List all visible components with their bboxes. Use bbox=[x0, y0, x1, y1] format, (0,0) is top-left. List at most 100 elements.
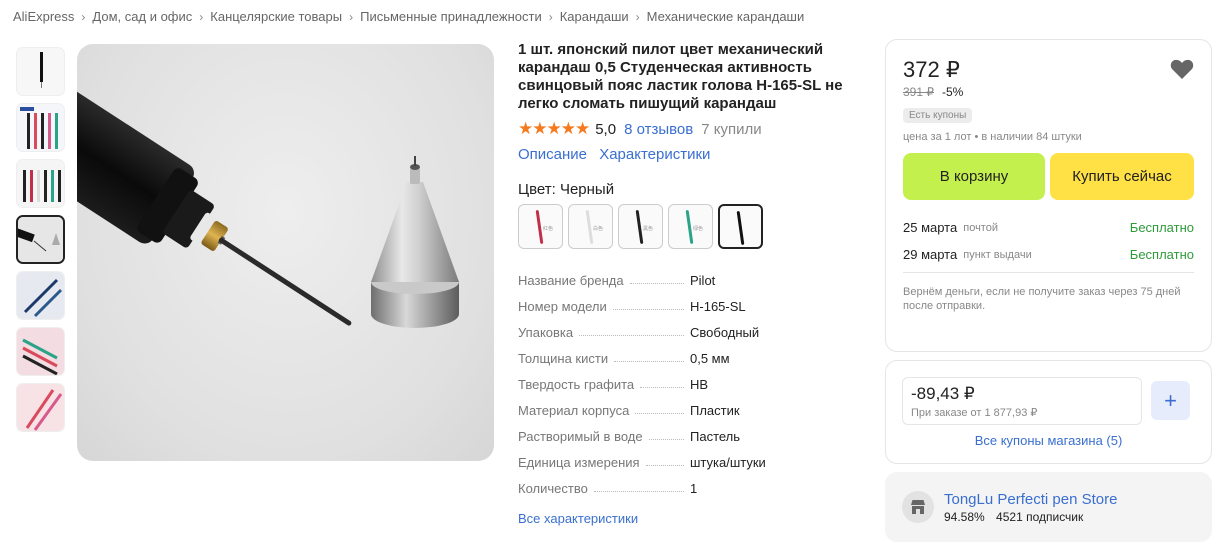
store-rating: 94.58% bbox=[944, 509, 985, 524]
spec-row: Толщина кисти 0,5 мм bbox=[518, 345, 848, 371]
color-swatches: 红色 白色 黑色 绿色 bbox=[518, 204, 848, 249]
coupon-panel: -89,43 ₽ При заказе от 1 877,93 ₽ + Все … bbox=[885, 360, 1212, 464]
spec-row: Твердость графита HB bbox=[518, 371, 848, 397]
spec-value: Пастель bbox=[690, 428, 741, 444]
thumbnail-7[interactable] bbox=[16, 383, 65, 432]
rating-value: 5,0 bbox=[595, 120, 617, 138]
chevron-right-icon: › bbox=[81, 9, 86, 24]
swatch-green[interactable]: 绿色 bbox=[668, 204, 713, 249]
spec-row: Название бренда Pilot bbox=[518, 267, 848, 293]
chevron-right-icon: › bbox=[548, 9, 553, 24]
refund-guarantee: Вернём деньги, если не получите заказ че… bbox=[903, 286, 1181, 312]
breadcrumb-mechanical-pencils[interactable]: Механические карандаши bbox=[647, 9, 805, 24]
store-panel[interactable]: TongLu Perfecti pen Store 94.58% 4521 по… bbox=[885, 472, 1212, 542]
action-buttons: В корзину Купить сейчас bbox=[903, 153, 1194, 200]
spec-value: штука/штуки bbox=[690, 454, 766, 470]
thumbnail-3[interactable] bbox=[16, 159, 65, 208]
old-price-row: 391 ₽ -5% bbox=[903, 85, 1194, 99]
swatch-label: 绿色 bbox=[693, 226, 704, 232]
product-title: 1 шт. японский пилот цвет механический к… bbox=[518, 41, 843, 112]
thumbnail-5[interactable] bbox=[16, 271, 65, 320]
buy-box: 372 ₽ 391 ₽ -5% Есть купоны цена за 1 ло… bbox=[885, 39, 1212, 352]
color-label: Цвет: Черный bbox=[518, 181, 615, 198]
specs-list: Название бренда Pilot Номер модели H-165-S… bbox=[518, 267, 848, 501]
spec-row: Растворимый в воде Пастель bbox=[518, 423, 848, 449]
spec-key: Упаковка bbox=[518, 324, 574, 340]
spec-key: Единица измерения bbox=[518, 454, 640, 470]
spec-row: Упаковка Свободный bbox=[518, 319, 848, 345]
spec-value: 0,5 мм bbox=[690, 350, 730, 366]
product-tabs: Описание Характеристики bbox=[518, 146, 848, 163]
delivery-date: 25 марта bbox=[903, 220, 958, 235]
breadcrumb-home-garden-office[interactable]: Дом, сад и офис bbox=[92, 9, 192, 24]
main-product-image[interactable] bbox=[77, 44, 494, 461]
breadcrumb-aliexpress[interactable]: AliExpress bbox=[13, 9, 74, 24]
store-subscribers: 4521 подписчик bbox=[996, 509, 1084, 524]
chevron-right-icon: › bbox=[635, 9, 640, 24]
coupon-condition: При заказе от 1 877,93 ₽ bbox=[911, 407, 1038, 419]
spec-value: Пластик bbox=[690, 402, 740, 418]
store-icon bbox=[902, 491, 934, 523]
thumbnail-2[interactable] bbox=[16, 103, 65, 152]
spec-key: Номер модели bbox=[518, 298, 607, 314]
coupon-card[interactable]: -89,43 ₽ При заказе от 1 877,93 ₽ bbox=[902, 377, 1142, 425]
swatch-label: 黑色 bbox=[643, 226, 654, 232]
heart-icon[interactable] bbox=[1170, 58, 1194, 80]
price: 372 ₽ bbox=[903, 57, 960, 82]
swatch-white[interactable]: 白色 bbox=[568, 204, 613, 249]
old-price: 391 ₽ bbox=[903, 85, 934, 99]
breadcrumb-pencils[interactable]: Карандаши bbox=[560, 9, 629, 24]
delivery-price: Бесплатно bbox=[1129, 247, 1194, 262]
spec-value: H-165-SL bbox=[690, 298, 746, 314]
rating-stars-icon: ★★★★★ bbox=[518, 119, 590, 138]
swatch-black[interactable]: 黑色 bbox=[618, 204, 663, 249]
delivery-date: 29 марта bbox=[903, 247, 958, 262]
coupon-badge: Есть купоны bbox=[903, 108, 973, 123]
thumbnail-gallery bbox=[16, 47, 66, 439]
tab-description[interactable]: Описание bbox=[518, 146, 587, 163]
reviews-link[interactable]: 8 отзывов bbox=[624, 121, 693, 138]
spec-key: Твердость графита bbox=[518, 376, 635, 392]
swatch-black-selected[interactable] bbox=[718, 204, 763, 249]
delivery-option[interactable]: 29 марта пункт выдачи Бесплатно bbox=[903, 241, 1194, 268]
store-name[interactable]: TongLu Perfecti pen Store bbox=[944, 491, 1117, 508]
spec-value: 1 bbox=[690, 480, 698, 496]
spec-key: Количество bbox=[518, 480, 588, 496]
thumbnail-4-selected[interactable] bbox=[16, 215, 65, 264]
delivery-type: пункт выдачи bbox=[963, 248, 1032, 261]
add-coupon-button[interactable]: + bbox=[1151, 381, 1190, 420]
spec-key: Название бренда bbox=[518, 272, 624, 288]
thumbnail-1[interactable] bbox=[16, 47, 65, 96]
bought-count: 7 купили bbox=[701, 120, 762, 138]
buy-now-button[interactable]: Купить сейчас bbox=[1050, 153, 1194, 200]
swatch-label: 红色 bbox=[543, 226, 554, 232]
spec-value: Свободный bbox=[690, 324, 760, 340]
delivery-option[interactable]: 25 марта почтой Бесплатно bbox=[903, 214, 1194, 241]
all-specs-link[interactable]: Все характеристики bbox=[518, 511, 848, 526]
spec-row: Номер модели H-165-SL bbox=[518, 293, 848, 319]
store-meta: 94.58% 4521 подписчик bbox=[944, 510, 1117, 524]
delivery-options: 25 марта почтой Бесплатно 29 марта пункт… bbox=[903, 214, 1194, 273]
pen-icon bbox=[736, 210, 745, 246]
spec-row: Единица измерения штука/штуки bbox=[518, 449, 848, 475]
store-details: TongLu Perfecti pen Store 94.58% 4521 по… bbox=[944, 491, 1117, 524]
lot-info: цена за 1 лот • в наличии 84 штуки bbox=[903, 131, 1082, 143]
swatch-label: 白色 bbox=[593, 226, 604, 232]
swatch-red[interactable]: 红色 bbox=[518, 204, 563, 249]
add-to-cart-button[interactable]: В корзину bbox=[903, 153, 1045, 200]
breadcrumb-office-supplies[interactable]: Канцелярские товары bbox=[210, 9, 342, 24]
spec-value: Pilot bbox=[690, 272, 716, 288]
delivery-type: почтой bbox=[963, 221, 998, 234]
tab-specs[interactable]: Характеристики bbox=[599, 146, 710, 163]
breadcrumb-writing-supplies[interactable]: Письменные принадлежности bbox=[360, 9, 542, 24]
delivery-price: Бесплатно bbox=[1129, 220, 1194, 235]
chevron-right-icon: › bbox=[199, 9, 204, 24]
thumbnail-6[interactable] bbox=[16, 327, 65, 376]
all-coupons-link[interactable]: Все купоны магазина (5) bbox=[902, 433, 1195, 448]
breadcrumb: AliExpress › Дом, сад и офис › Канцелярски… bbox=[13, 9, 804, 24]
spec-value: HB bbox=[690, 376, 709, 392]
discount-percent: -5% bbox=[942, 85, 964, 99]
chevron-right-icon: › bbox=[349, 9, 354, 24]
product-info: 1 шт. японский пилот цвет механический к… bbox=[518, 41, 848, 526]
spec-key: Материал корпуса bbox=[518, 402, 630, 418]
